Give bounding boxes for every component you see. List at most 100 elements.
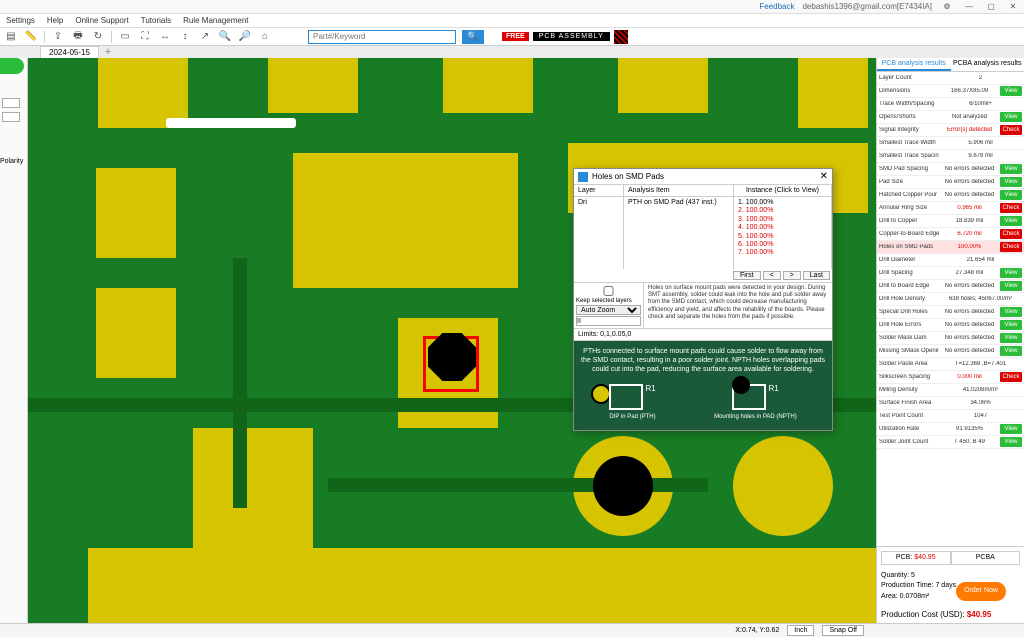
result-row[interactable]: Surface Finish Area34.06% — [877, 397, 1024, 410]
check-button[interactable]: Check — [1000, 203, 1022, 213]
view-button[interactable]: View — [1000, 216, 1022, 226]
pcb-canvas[interactable]: Holes on SMD Pads ✕ Layer Analysis Item … — [28, 58, 876, 623]
search-input[interactable] — [308, 30, 456, 44]
result-row[interactable]: Layer Count2 — [877, 72, 1024, 85]
result-row[interactable]: Pad SizeNo errors detectedView — [877, 176, 1024, 189]
order-tab-pcb[interactable]: PCB: $40.95 — [881, 551, 951, 565]
refresh-icon[interactable]: ↻ — [91, 30, 105, 44]
expand-icon[interactable]: ↗ — [198, 30, 212, 44]
left-panel: Polarity — [0, 58, 28, 623]
result-row[interactable]: Trace Width/Spacing6/10mil+ — [877, 98, 1024, 111]
maximize-icon[interactable]: ▢ — [984, 2, 998, 11]
result-row[interactable]: Test Point Count1047 — [877, 410, 1024, 423]
result-row[interactable]: Solder Joint CountT 450, B 49View — [877, 436, 1024, 449]
nav-last[interactable]: Last — [803, 271, 830, 280]
result-row[interactable]: SMD Pad SpacingNo errors detectedView — [877, 163, 1024, 176]
dialog-close-button[interactable]: ✕ — [820, 171, 828, 182]
view-button[interactable]: View — [1000, 281, 1022, 291]
tab-pcb-results[interactable]: PCB analysis results — [877, 58, 951, 71]
result-row[interactable]: Drill Hole Density638 holes; 45067.00/m² — [877, 293, 1024, 306]
home-icon[interactable]: ⌂ — [258, 30, 272, 44]
print-icon[interactable]: 🖶 — [71, 30, 85, 44]
view-button[interactable]: View — [1000, 112, 1022, 122]
result-row[interactable]: Opens/ShortsNot analyzedView — [877, 111, 1024, 124]
view-button[interactable]: View — [1000, 268, 1022, 278]
measure-icon[interactable]: 📏 — [24, 30, 38, 44]
view-button[interactable]: View — [1000, 346, 1022, 356]
result-row[interactable]: Smallest Trace Spacing9.678 mil — [877, 150, 1024, 163]
nav-next[interactable]: > — [783, 271, 801, 280]
result-row[interactable]: Special Drill HolesNo errors detectedVie… — [877, 306, 1024, 319]
left-drop2[interactable] — [2, 112, 20, 122]
result-row[interactable]: Smallest Trace Width5.906 mil — [877, 137, 1024, 150]
result-row[interactable]: Holes on SMD Pads100.00%Check — [877, 241, 1024, 254]
menu-help[interactable]: Help — [47, 16, 63, 25]
result-row[interactable]: Drill to Board EdgeNo errors detectedVie… — [877, 280, 1024, 293]
check-button[interactable]: Check — [1000, 242, 1022, 252]
file-tab[interactable]: 2024-05-15 — [40, 46, 99, 58]
keep-layers-checkbox[interactable]: Keep selected layers — [576, 285, 641, 304]
result-row[interactable]: Annular Ring Size0.965 milCheck — [877, 202, 1024, 215]
pcb-banner[interactable]: FREE PCB ASSEMBLY — [502, 30, 628, 44]
layers-icon[interactable]: ▤ — [4, 30, 18, 44]
threshold-input[interactable] — [576, 316, 641, 326]
check-button[interactable]: Check — [1000, 372, 1022, 382]
view-button[interactable]: View — [1000, 333, 1022, 343]
unit-button[interactable]: Inch — [787, 625, 814, 636]
right-panel: PCB analysis results PCBA analysis resul… — [876, 58, 1024, 623]
result-row[interactable]: Utilization Rate91.9135%View — [877, 423, 1024, 436]
minimize-icon[interactable]: — — [962, 2, 976, 11]
menu-rules[interactable]: Rule Management — [183, 16, 248, 25]
settings-icon[interactable]: ⚙ — [940, 2, 954, 11]
order-tab-pcba[interactable]: PCBA — [951, 551, 1021, 565]
result-row[interactable]: Dimensions166.37X85.09View — [877, 85, 1024, 98]
zoom-out-icon[interactable]: 🔎 — [238, 30, 252, 44]
result-row[interactable]: Signal IntegrityError(s) detectedCheck — [877, 124, 1024, 137]
fit-icon[interactable]: ⛶ — [138, 30, 152, 44]
view-button[interactable]: View — [1000, 320, 1022, 330]
cell-layer[interactable]: Dri — [574, 197, 624, 269]
check-button[interactable]: Check — [1000, 229, 1022, 239]
result-row[interactable]: Drill Spacing27.348 milView — [877, 267, 1024, 280]
menu-support[interactable]: Online Support — [75, 16, 128, 25]
analysis-pill[interactable] — [0, 58, 24, 74]
tab-pcba-results[interactable]: PCBA analysis results — [951, 58, 1024, 71]
nav-prev[interactable]: < — [763, 271, 781, 280]
cell-item[interactable]: PTH on SMD Pad (437 inst.) — [624, 197, 734, 269]
zoom-in-icon[interactable]: 🔍 — [218, 30, 232, 44]
menu-tutorials[interactable]: Tutorials — [141, 16, 171, 25]
view-button[interactable]: View — [1000, 424, 1022, 434]
result-row[interactable]: Drill to Copper18.839 milView — [877, 215, 1024, 228]
result-row[interactable]: Milling Density41.0208m/m² — [877, 384, 1024, 397]
zoom-select[interactable]: Auto Zoom — [576, 305, 641, 315]
close-icon[interactable]: ✕ — [1006, 2, 1020, 11]
flip-v-icon[interactable]: ↕ — [178, 30, 192, 44]
left-drop1[interactable] — [2, 98, 20, 108]
result-row[interactable]: Silkscreen Spacing0.000 milCheck — [877, 371, 1024, 384]
result-row[interactable]: Solder Paste AreaT=12.368 ,B=7.401 — [877, 358, 1024, 371]
result-row[interactable]: Missing SMask OpeninNo errors detectedVi… — [877, 345, 1024, 358]
view-button[interactable]: View — [1000, 164, 1022, 174]
result-row[interactable]: Hatched Copper PourNo errors detectedVie… — [877, 189, 1024, 202]
view-button[interactable]: View — [1000, 177, 1022, 187]
add-tab-button[interactable]: + — [99, 46, 117, 58]
order-now-button[interactable]: Order Now — [956, 582, 1006, 601]
result-row[interactable]: Copper-to-Board Edge6.720 milCheck — [877, 228, 1024, 241]
result-row[interactable]: Solder Mask DamNo errors detectedView — [877, 332, 1024, 345]
feedback-link[interactable]: Feedback — [759, 2, 794, 11]
menu-settings[interactable]: Settings — [6, 16, 35, 25]
share-icon[interactable]: ⇪ — [51, 30, 65, 44]
view-button[interactable]: View — [1000, 190, 1022, 200]
instance-list[interactable]: 1. 100.00% 2. 100.00% 3. 100.00% 4. 100.… — [734, 197, 832, 269]
nav-first[interactable]: First — [733, 271, 761, 280]
result-row[interactable]: Drill Diameter21.654 mil — [877, 254, 1024, 267]
search-button[interactable]: 🔍 — [462, 30, 484, 44]
result-row[interactable]: Drill Hole ErrorsNo errors detectedView — [877, 319, 1024, 332]
view-button[interactable]: View — [1000, 86, 1022, 96]
snap-button[interactable]: Snap Off — [822, 625, 864, 636]
view-button[interactable]: View — [1000, 307, 1022, 317]
check-button[interactable]: Check — [1000, 125, 1022, 135]
view-button[interactable]: View — [1000, 437, 1022, 447]
flip-h-icon[interactable]: ↔ — [158, 30, 172, 44]
rect-icon[interactable]: ▭ — [118, 30, 132, 44]
